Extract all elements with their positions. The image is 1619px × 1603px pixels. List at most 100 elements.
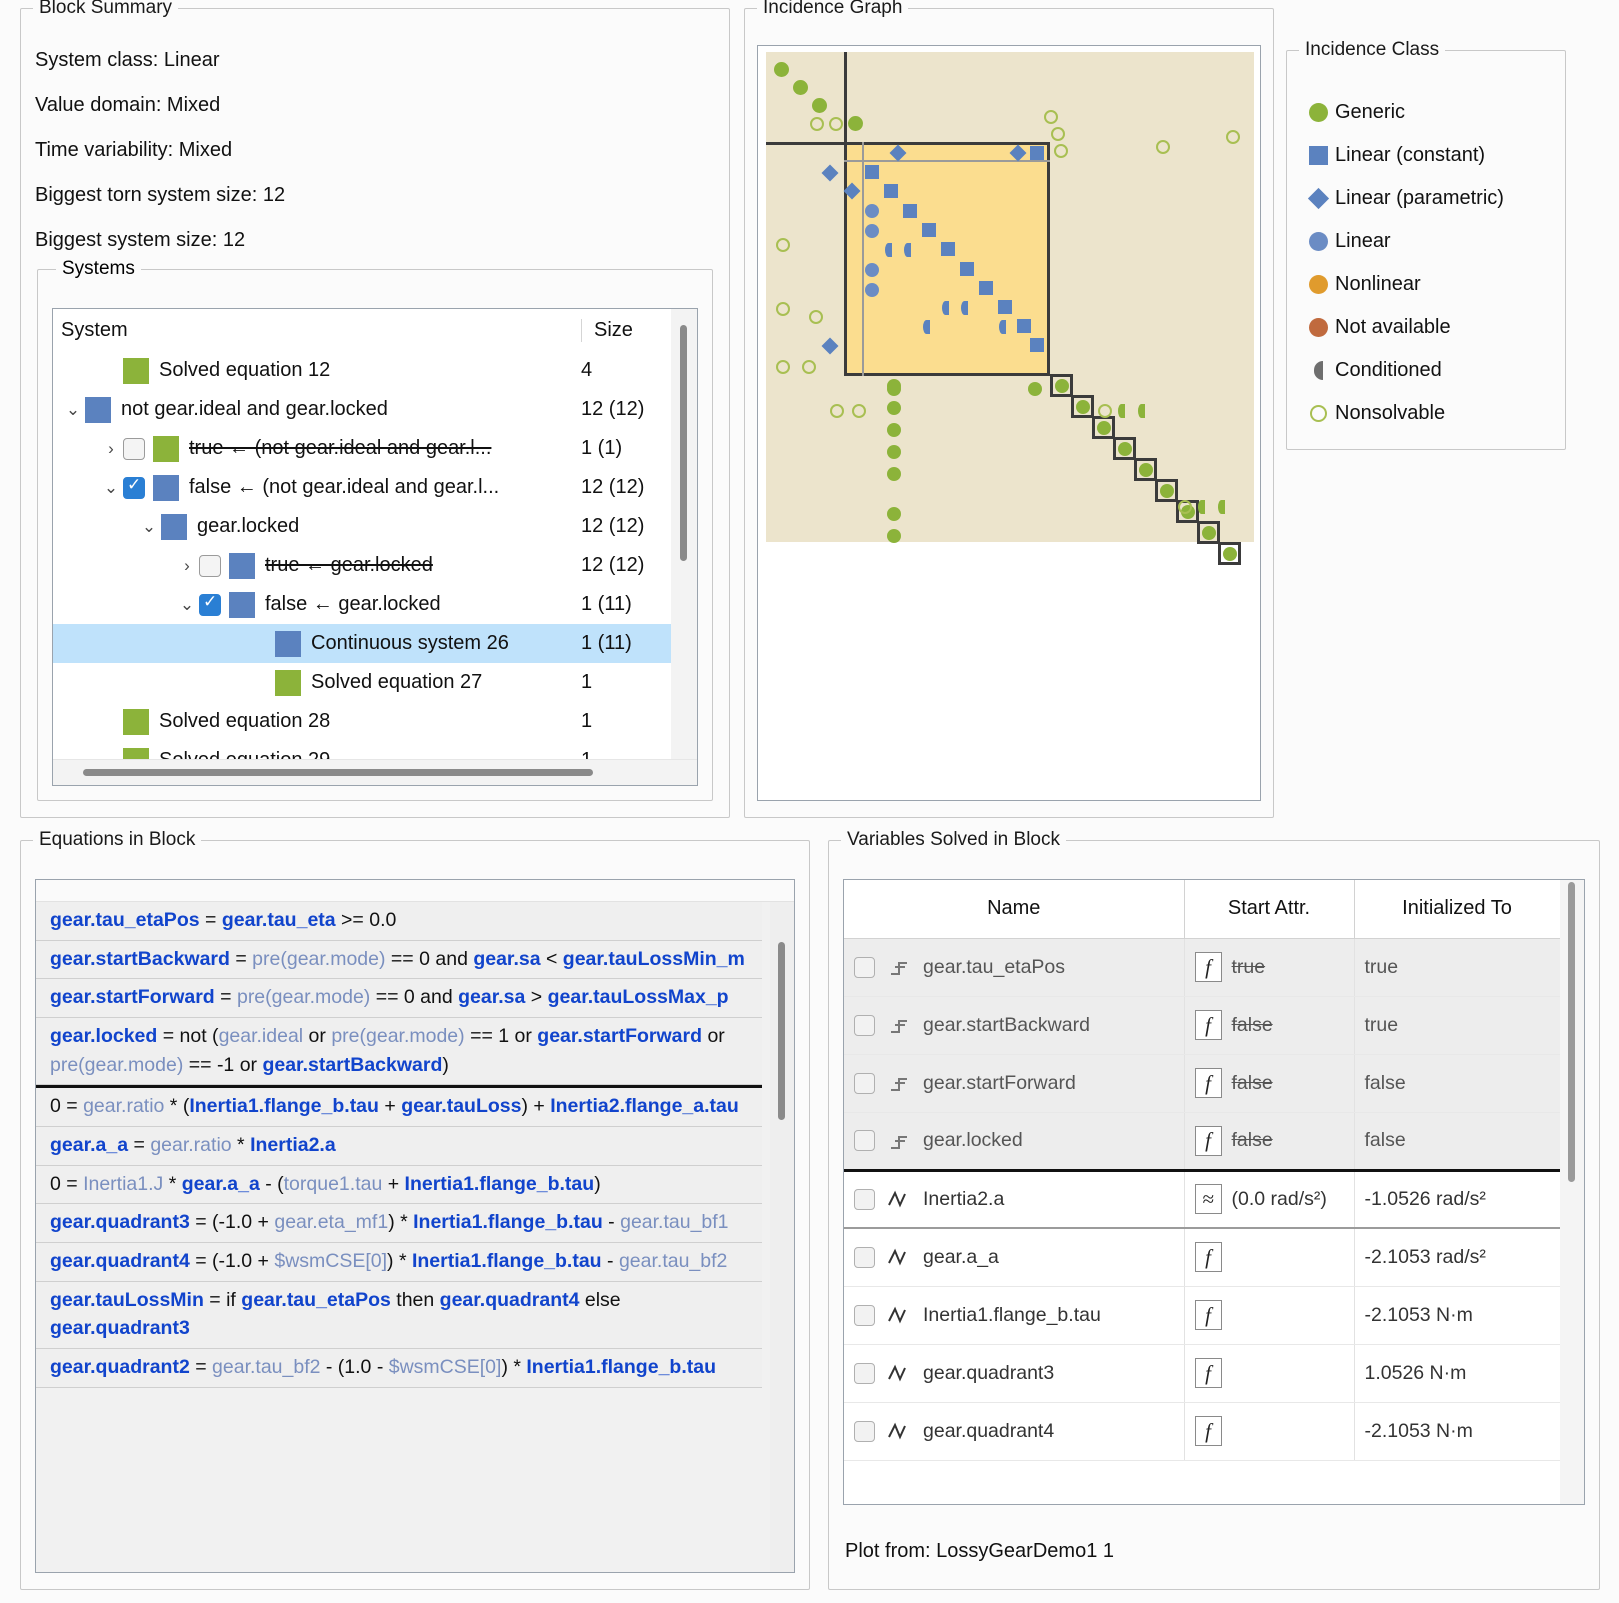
- checkbox-unchecked[interactable]: [854, 1362, 875, 1384]
- equation-token: == -1 or: [183, 1053, 263, 1076]
- table-row[interactable]: gear.tau_etaPos f true true: [844, 938, 1561, 997]
- column-header-initialized-to[interactable]: Initialized To: [1354, 880, 1561, 939]
- column-header-size[interactable]: Size: [581, 318, 681, 342]
- incidence-class-legend: Incidence Class Generic Linear (constant)…: [1286, 39, 1566, 450]
- linear-constant-marker-icon: [941, 242, 955, 256]
- equation-token: +: [382, 1172, 405, 1195]
- nonsolvable-marker-icon: [809, 310, 823, 324]
- equation-row[interactable]: gear.startBackward = pre(gear.mode) == 0…: [36, 940, 762, 980]
- generic-marker-icon: [774, 62, 789, 77]
- systems-tree-row[interactable]: ⌄false ← gear.locked1 (11): [53, 585, 697, 624]
- chevron-right-icon[interactable]: ›: [99, 439, 123, 459]
- systems-tree-row[interactable]: Solved equation 12 4: [53, 351, 697, 390]
- systems-tree[interactable]: System Size Solved equation 12 4 ⌄ not gear…: [52, 308, 698, 786]
- linear-marker-icon: [865, 224, 879, 238]
- equation-token: then: [390, 1288, 440, 1311]
- equation-row[interactable]: gear.locked = not (gear.ideal or pre(gea…: [36, 1017, 762, 1086]
- equation-row[interactable]: gear.a_a = gear.ratio * Inertia2.a: [36, 1126, 762, 1166]
- systems-tree-row[interactable]: › true ← (not gear.ideal and gear.l... 1 (…: [53, 429, 697, 468]
- equation-token: =: [214, 986, 237, 1009]
- table-row[interactable]: gear.quadrant4 f -2.1053 N·m: [844, 1402, 1561, 1461]
- checkbox-unchecked[interactable]: [854, 1304, 875, 1326]
- approximation-icon: ≈: [1194, 1184, 1222, 1215]
- table-row[interactable]: Inertia2.a ≈ (0.0 rad/s²) -1.0526 rad/s²: [844, 1168, 1561, 1229]
- scrollbar-thumb[interactable]: [680, 325, 687, 561]
- discrete-variable-icon: [886, 1130, 912, 1152]
- continuous-variable-icon: [886, 1362, 912, 1384]
- equation-row[interactable]: gear.tau_etaPos = gear.tau_eta >= 0.0: [36, 902, 762, 941]
- systems-tree-row[interactable]: Solved equation 28 1: [53, 702, 697, 741]
- checkbox-checked[interactable]: [199, 592, 221, 616]
- table-row[interactable]: gear.quadrant3 f 1.0526 N·m: [844, 1344, 1561, 1403]
- table-row[interactable]: gear.startForward f false false: [844, 1054, 1561, 1113]
- variables-vertical-scrollbar[interactable]: [1560, 880, 1584, 1504]
- incidence-graph-canvas[interactable]: [757, 45, 1261, 801]
- table-row[interactable]: gear.a_a f -2.1053 rad/s²: [844, 1227, 1561, 1287]
- chevron-down-icon[interactable]: ⌄: [99, 478, 123, 498]
- systems-tree-row[interactable]: ⌄false ← (not gear.ideal and gear.l...12…: [53, 468, 697, 507]
- equation-row[interactable]: gear.startForward = pre(gear.mode) == 0 …: [36, 979, 762, 1018]
- chevron-down-icon[interactable]: ⌄: [175, 595, 199, 615]
- table-row[interactable]: gear.startBackward f false true: [844, 996, 1561, 1055]
- checkbox-checked[interactable]: [123, 475, 145, 499]
- equations-vertical-scrollbar[interactable]: [770, 902, 794, 1572]
- block-summary-title: Block Summary: [33, 0, 179, 19]
- variables-table-container[interactable]: Name Start Attr. Initialized To gear.tau…: [843, 879, 1585, 1505]
- column-header-name[interactable]: Name: [844, 880, 1185, 939]
- scrollbar-thumb[interactable]: [83, 769, 593, 776]
- linear-constant-marker-icon: [1030, 146, 1044, 160]
- equation-row[interactable]: gear.quadrant2 = gear.tau_bf2 - (1.0 - $…: [36, 1348, 762, 1388]
- checkbox-unchecked[interactable]: [199, 554, 221, 577]
- checkbox-unchecked[interactable]: [854, 1420, 875, 1442]
- scrollbar-thumb[interactable]: [778, 942, 785, 1120]
- chevron-down-icon[interactable]: ⌄: [61, 400, 85, 420]
- checkbox-unchecked[interactable]: [854, 1130, 875, 1151]
- generic-marker-icon: [887, 445, 901, 459]
- checkbox-unchecked[interactable]: [854, 956, 875, 978]
- linear-constant-marker-icon: [884, 184, 898, 198]
- systems-tree-row[interactable]: Solved equation 27 1: [53, 663, 697, 702]
- systems-tree-vertical-scrollbar[interactable]: [671, 309, 697, 761]
- systems-tree-row[interactable]: Continuous system 26 1 (11): [53, 624, 697, 663]
- equation-row[interactable]: gear.quadrant4 = (-1.0 + $wsmCSE[0]) * I…: [36, 1242, 762, 1282]
- linear-constant-marker-icon: [1030, 338, 1044, 352]
- equation-token: else: [579, 1288, 621, 1311]
- checkbox-unchecked[interactable]: [854, 1014, 875, 1036]
- generic-marker-icon: [1118, 442, 1132, 456]
- equation-row[interactable]: 0 = gear.ratio * (Inertia1.flange_b.tau …: [36, 1085, 762, 1127]
- chevron-down-icon[interactable]: ⌄: [137, 517, 161, 537]
- column-header-system[interactable]: System: [61, 319, 581, 342]
- systems-group-title: Systems: [56, 258, 141, 280]
- checkbox-unchecked[interactable]: [854, 1072, 875, 1094]
- legend-item: Linear (parametric): [1301, 177, 1504, 220]
- start-attr-cell: f false: [1184, 996, 1355, 1055]
- equation-row[interactable]: 0 = Inertia1.J * gear.a_a - (torque1.tau…: [36, 1165, 762, 1205]
- equation-row[interactable]: gear.tauLossMin = if gear.tau_etaPos the…: [36, 1281, 762, 1349]
- conditioned-marker-icon: [961, 301, 968, 315]
- continuous-variable-icon: [886, 1188, 912, 1210]
- column-header-start-attr[interactable]: Start Attr.: [1184, 880, 1355, 939]
- table-row[interactable]: Inertia1.flange_b.tau f -2.1053 N·m: [844, 1286, 1561, 1345]
- nonsolvable-marker-icon: [810, 117, 824, 131]
- equations-list: gear.tau_etaPos = gear.tau_eta >= 0.0 gea…: [36, 902, 762, 1388]
- chevron-right-icon[interactable]: ›: [175, 556, 199, 576]
- systems-tree-row[interactable]: ⌄ gear.locked 12 (12): [53, 507, 697, 546]
- variable-name: gear.a_a: [923, 1245, 999, 1268]
- checkbox-unchecked[interactable]: [123, 437, 145, 460]
- systems-tree-horizontal-scrollbar[interactable]: [53, 759, 697, 785]
- tree-twisty-placeholder: [99, 712, 123, 732]
- generic-marker-icon: [1160, 484, 1174, 498]
- checkbox-unchecked[interactable]: [854, 1188, 875, 1210]
- equation-row[interactable]: gear.quadrant3 = (-1.0 + gear.eta_mf1) *…: [36, 1204, 762, 1243]
- equation-token: = (-1.0 +: [189, 1211, 275, 1234]
- incidence-graph-plot[interactable]: [766, 52, 1254, 565]
- systems-tree-row[interactable]: › true ← gear.locked 12 (12): [53, 546, 697, 585]
- table-row[interactable]: gear.locked f false false: [844, 1112, 1561, 1171]
- systems-tree-row[interactable]: ⌄ not gear.ideal and gear.locked 12 (12): [53, 390, 697, 429]
- scrollbar-thumb[interactable]: [1568, 882, 1575, 1182]
- generic-marker-icon: [1202, 526, 1216, 540]
- checkbox-unchecked[interactable]: [854, 1246, 875, 1268]
- equations-list-container[interactable]: gear.tau_etaPos = gear.tau_eta >= 0.0 gea…: [35, 879, 795, 1573]
- function-icon: f: [1194, 1358, 1222, 1388]
- system-swatch-icon: [161, 513, 187, 540]
